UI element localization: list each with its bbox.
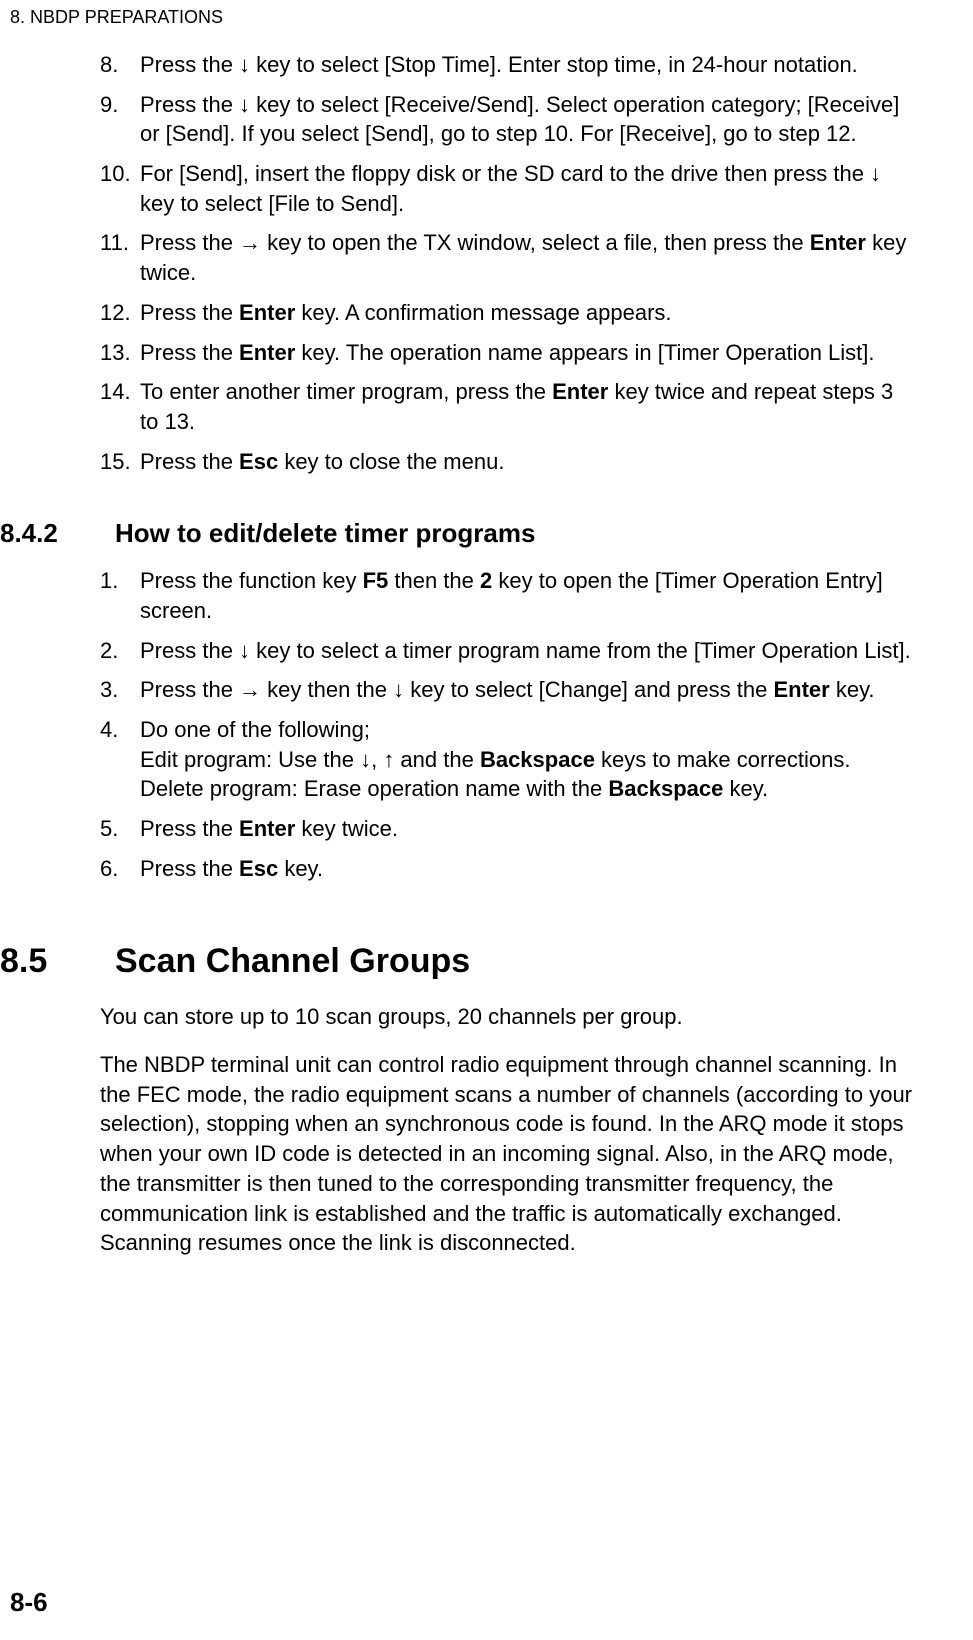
list-number: 5. [100, 814, 140, 844]
list-number: 4. [100, 715, 140, 804]
list-text: Press the Enter key. A confirmation mess… [140, 298, 913, 328]
list-item: 10.For [Send], insert the floppy disk or… [100, 159, 913, 218]
list-number: 13. [100, 338, 140, 368]
list-item: 15.Press the Esc key to close the menu. [100, 447, 913, 477]
list-text: Press the → key then the ↓ key to select… [140, 675, 913, 705]
list-number: 12. [100, 298, 140, 328]
paragraph: The NBDP terminal unit can control radio… [100, 1050, 913, 1258]
section-number: 8.4.2 [0, 516, 115, 551]
list-number: 1. [100, 566, 140, 625]
list-text: Press the function key F5 then the 2 key… [140, 566, 913, 625]
list-number: 8. [100, 50, 140, 80]
list-item: 3.Press the → key then the ↓ key to sele… [100, 675, 913, 705]
list-text: Press the Enter key twice. [140, 814, 913, 844]
list-item: 11.Press the → key to open the TX window… [100, 228, 913, 287]
list-steps-1: 8.Press the ↓ key to select [Stop Time].… [100, 50, 913, 476]
list-item: 8.Press the ↓ key to select [Stop Time].… [100, 50, 913, 80]
list-item: 14.To enter another timer program, press… [100, 377, 913, 436]
list-text: Do one of the following;Edit program: Us… [140, 715, 913, 804]
list-item: 9.Press the ↓ key to select [Receive/Sen… [100, 90, 913, 149]
section-number: 8.5 [0, 939, 115, 985]
list-item: 6.Press the Esc key. [100, 854, 913, 884]
section-842-title: 8.4.2 How to edit/delete timer programs [0, 516, 913, 551]
list-number: 6. [100, 854, 140, 884]
list-item: 12.Press the Enter key. A confirmation m… [100, 298, 913, 328]
list-number: 2. [100, 636, 140, 666]
list-item: 4.Do one of the following;Edit program: … [100, 715, 913, 804]
list-text: Press the → key to open the TX window, s… [140, 228, 913, 287]
list-number: 3. [100, 675, 140, 705]
page-content: 8.Press the ↓ key to select [Stop Time].… [100, 50, 913, 1276]
section-heading: Scan Channel Groups [115, 939, 470, 985]
list-number: 10. [100, 159, 140, 218]
list-number: 15. [100, 447, 140, 477]
list-text: Press the Enter key. The operation name … [140, 338, 913, 368]
page-number: 8-6 [10, 1585, 48, 1620]
list-text: Press the ↓ key to select a timer progra… [140, 636, 913, 666]
list-number: 14. [100, 377, 140, 436]
list-text: Press the ↓ key to select [Stop Time]. E… [140, 50, 913, 80]
list-text: Press the ↓ key to select [Receive/Send]… [140, 90, 913, 149]
paragraph: You can store up to 10 scan groups, 20 c… [100, 1002, 913, 1032]
list-steps-842: 1.Press the function key F5 then the 2 k… [100, 566, 913, 883]
list-text: For [Send], insert the floppy disk or th… [140, 159, 913, 218]
list-text: To enter another timer program, press th… [140, 377, 913, 436]
list-number: 11. [100, 228, 140, 287]
section-heading: How to edit/delete timer programs [115, 516, 535, 551]
list-item: 1.Press the function key F5 then the 2 k… [100, 566, 913, 625]
list-text: Press the Esc key to close the menu. [140, 447, 913, 477]
page-header: 8. NBDP PREPARATIONS [10, 5, 223, 29]
list-text: Press the Esc key. [140, 854, 913, 884]
list-number: 9. [100, 90, 140, 149]
list-item: 5.Press the Enter key twice. [100, 814, 913, 844]
section-85-title: 8.5 Scan Channel Groups [0, 939, 913, 985]
list-item: 13.Press the Enter key. The operation na… [100, 338, 913, 368]
list-item: 2.Press the ↓ key to select a timer prog… [100, 636, 913, 666]
